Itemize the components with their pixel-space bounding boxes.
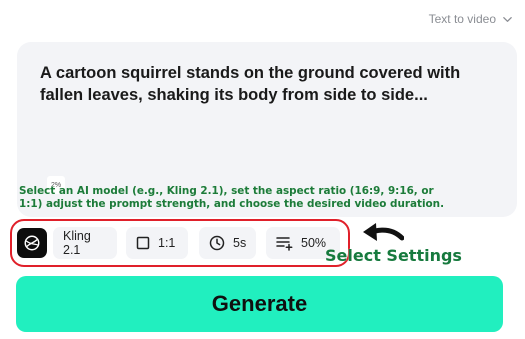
aspect-ratio-label: 1:1	[158, 236, 176, 250]
generate-button[interactable]: Generate	[16, 276, 503, 332]
annotation-callout: Select Settings	[325, 246, 462, 265]
mode-select-label: Text to video	[428, 12, 496, 26]
model-logo-button[interactable]	[17, 228, 47, 258]
annotation-instructions: Select an AI model (e.g., Kling 2.1), se…	[19, 185, 445, 210]
mode-select[interactable]: Text to video	[429, 12, 513, 26]
duration-label: 5s	[233, 236, 247, 250]
chevron-down-icon	[503, 16, 512, 22]
prompt-text[interactable]: A cartoon squirrel stands on the ground …	[40, 62, 500, 106]
arrow-left-icon	[363, 223, 404, 241]
square-icon	[136, 236, 150, 250]
strength-label: 50%	[301, 236, 327, 250]
duration-button[interactable]: 5s	[199, 227, 256, 259]
model-label: Kling 2.1	[63, 229, 91, 257]
kling-logo-icon	[24, 235, 40, 251]
model-select-button[interactable]: Kling 2.1	[53, 227, 117, 259]
clock-icon	[209, 235, 225, 251]
list-plus-icon	[276, 237, 293, 251]
aspect-ratio-button[interactable]: 1:1	[126, 227, 188, 259]
generate-label: Generate	[211, 291, 308, 316]
